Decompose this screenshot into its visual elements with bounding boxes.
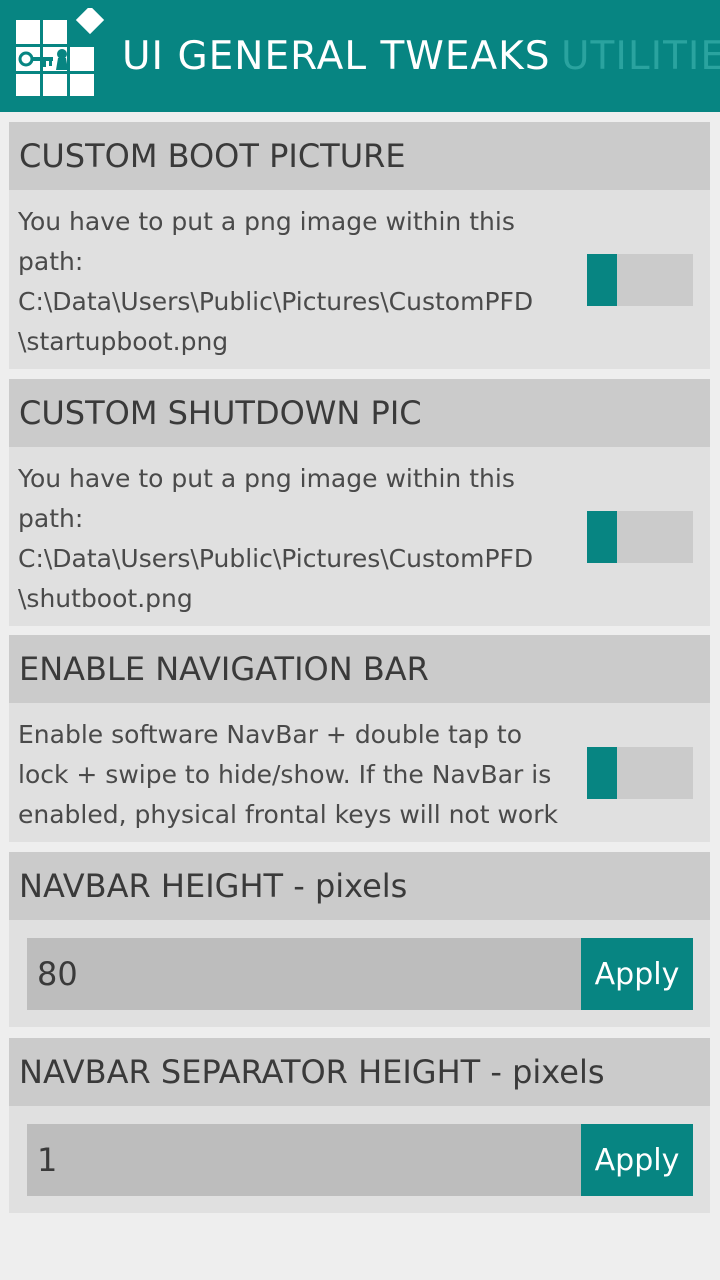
custom-shutdown-pic-card: CUSTOM SHUTDOWN PIC You have to put a pn…	[9, 379, 710, 626]
toggle-thumb	[587, 747, 617, 799]
pivot-utilities[interactable]: UTILITIES	[561, 34, 720, 79]
enable-navbar-toggle[interactable]	[587, 747, 693, 799]
enable-navigation-bar-card: ENABLE NAVIGATION BAR Enable software Na…	[9, 635, 710, 842]
toggle-thumb	[587, 511, 617, 563]
navbar-height-input[interactable]	[27, 938, 581, 1010]
app-header: UI GENERAL TWEAKS UTILITIES	[0, 0, 720, 112]
section-description: You have to put a png image within this …	[18, 207, 534, 356]
navbar-height-card: NAVBAR HEIGHT - pixels Apply	[9, 852, 710, 1027]
section-description: You have to put a png image within this …	[18, 464, 534, 613]
separator-height-apply-button[interactable]: Apply	[581, 1124, 693, 1196]
toggle-thumb	[587, 254, 617, 306]
app-logo-icon	[16, 8, 105, 96]
custom-boot-picture-card: CUSTOM BOOT PICTURE You have to put a pn…	[9, 122, 710, 369]
section-title: NAVBAR SEPARATOR HEIGHT - pixels	[9, 1038, 710, 1106]
pivot-ui-general-tweaks[interactable]: UI GENERAL TWEAKS	[122, 34, 550, 79]
section-title: CUSTOM SHUTDOWN PIC	[9, 379, 710, 447]
navbar-separator-height-card: NAVBAR SEPARATOR HEIGHT - pixels Apply	[9, 1038, 710, 1213]
section-description: Enable software NavBar + double tap to l…	[18, 720, 558, 829]
navbar-height-input-row: Apply	[27, 938, 693, 1010]
section-title: NAVBAR HEIGHT - pixels	[9, 852, 710, 920]
navbar-height-apply-button[interactable]: Apply	[581, 938, 693, 1010]
custom-shutdown-toggle[interactable]	[587, 511, 693, 563]
separator-height-input-row: Apply	[27, 1124, 693, 1196]
section-title: ENABLE NAVIGATION BAR	[9, 635, 710, 703]
section-title: CUSTOM BOOT PICTURE	[9, 122, 710, 190]
separator-height-input[interactable]	[27, 1124, 581, 1196]
custom-boot-toggle[interactable]	[587, 254, 693, 306]
